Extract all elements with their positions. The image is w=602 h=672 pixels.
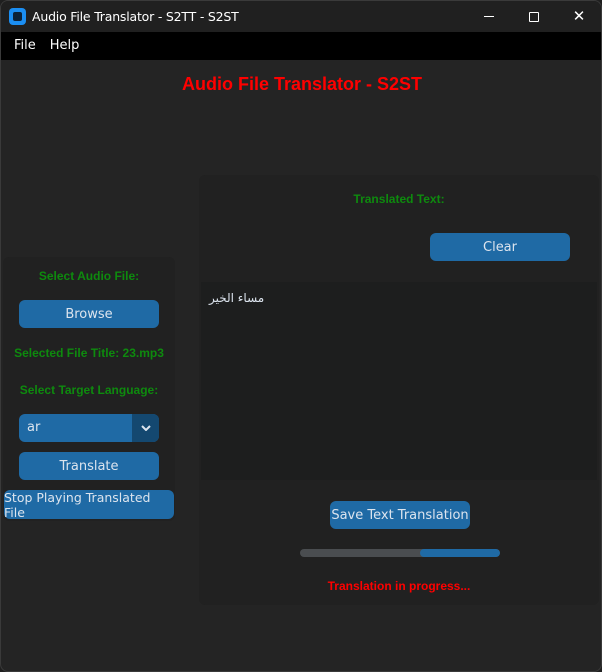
progress-bar [300,549,500,557]
minimize-button[interactable] [466,1,512,32]
app-window: Audio File Translator - S2TT - S2ST ✕ Fi… [0,0,602,672]
stop-playing-button[interactable]: Stop Playing Translated File [4,490,174,520]
select-audio-label: Select Audio File: [38,269,140,283]
menu-file[interactable]: File [7,32,43,60]
close-button[interactable]: ✕ [556,1,601,32]
menu-bar: File Help [1,32,601,60]
maximize-icon [529,11,539,22]
window-title: Audio File Translator - S2TT - S2ST [32,9,239,24]
progress-bar-fill [420,549,500,557]
minimize-icon [484,16,494,17]
page-title: Audio File Translator - S2ST [181,74,423,94]
menu-help[interactable]: Help [43,32,87,60]
right-panel: Translated Text: Clear مساء الخير Save T… [199,175,599,605]
language-select[interactable]: ar [19,414,159,442]
language-select-value: ar [27,420,41,435]
translated-text: مساء الخير [209,291,265,305]
maximize-button[interactable] [511,1,557,32]
close-icon: ✕ [572,7,586,25]
translated-text-label: Translated Text: [353,192,445,206]
left-panel: Select Audio File: Browse Selected File … [3,257,175,521]
selected-file-label: Selected File Title: 23.mp3 [14,346,164,360]
chevron-down-icon[interactable] [132,414,159,442]
browse-button[interactable]: Browse [19,300,159,328]
app-icon [9,8,26,25]
clear-button[interactable]: Clear [430,233,570,261]
translate-button[interactable]: Translate [19,452,159,480]
translated-textbox[interactable]: مساء الخير [201,282,597,480]
save-translation-button[interactable]: Save Text Translation [330,501,470,529]
status-text: Translation in progress... [327,579,471,593]
target-language-label: Select Target Language: [19,383,159,397]
title-bar[interactable]: Audio File Translator - S2TT - S2ST ✕ [1,1,601,32]
